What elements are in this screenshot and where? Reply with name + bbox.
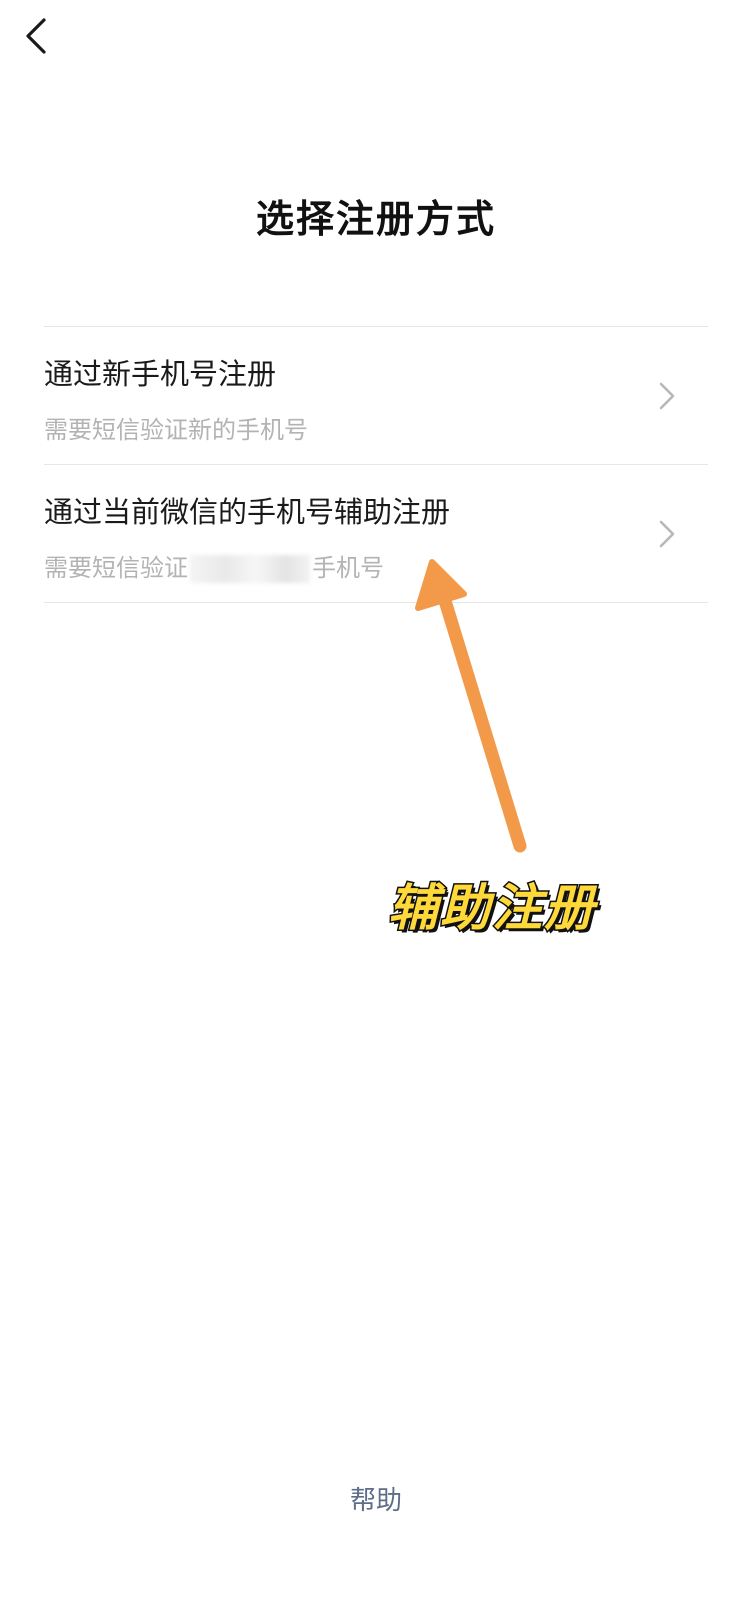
chevron-right-icon — [659, 520, 675, 548]
annotation-label: 辅助注册 — [387, 878, 596, 939]
option-description-prefix: 需要短信验证 — [44, 554, 188, 582]
option-description: 需要短信验证新的手机号 — [44, 416, 308, 444]
chevron-left-icon — [26, 18, 46, 54]
option-description-suffix: 手机号 — [312, 554, 384, 582]
option-description: 需要短信验证 手机号 — [44, 548, 384, 583]
redacted-phone-mask — [190, 555, 310, 583]
page-title: 选择注册方式 — [255, 197, 496, 241]
option-new-phone[interactable]: 通过新手机号注册 需要短信验证新的手机号 — [44, 327, 708, 465]
back-button[interactable] — [18, 14, 58, 58]
option-title: 通过新手机号注册 — [44, 357, 277, 391]
help-link[interactable]: 帮助 — [0, 1480, 752, 1517]
registration-options-list: 通过新手机号注册 需要短信验证新的手机号 通过当前微信的手机号辅助注册 需要短信… — [44, 326, 708, 603]
option-wechat-assist[interactable]: 通过当前微信的手机号辅助注册 需要短信验证 手机号 — [44, 465, 708, 603]
option-title: 通过当前微信的手机号辅助注册 — [44, 495, 451, 529]
chevron-right-icon — [659, 382, 675, 410]
